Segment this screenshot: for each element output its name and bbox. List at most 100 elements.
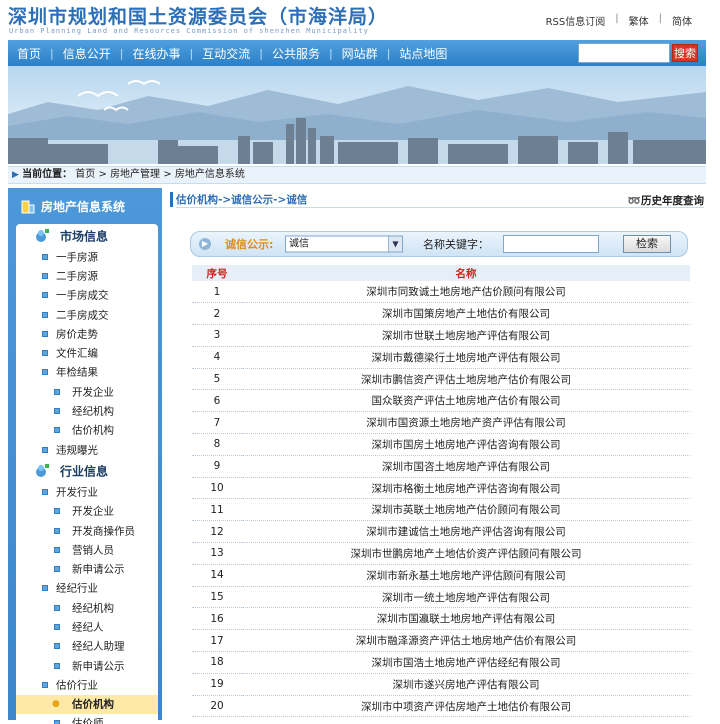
row-index: 8 xyxy=(192,433,242,456)
table-row[interactable]: 2 深圳市国策房地产土地估价有限公司 xyxy=(192,302,690,326)
row-company-name[interactable]: 深圳市一统土地房地产评估有限公司 xyxy=(242,586,690,609)
sidebar-item-11[interactable]: 违规曝光 xyxy=(16,440,158,459)
sidebar-item-3[interactable]: 一手房成交 xyxy=(16,286,158,305)
sidebar-item-19[interactable]: 经纪机构 xyxy=(16,598,158,617)
row-index: 15 xyxy=(192,586,242,609)
row-company-name[interactable]: 深圳市遂兴房地产评估有限公司 xyxy=(242,673,690,696)
breadcrumb-separator: > xyxy=(98,169,107,180)
row-company-name[interactable]: 深圳市格衡土地房地产评估咨询有限公司 xyxy=(242,477,690,500)
row-company-name[interactable]: 深圳市戴德梁行土地房地产评估有限公司 xyxy=(242,346,690,369)
row-company-name[interactable]: 深圳市融泽源资产评估土地房地产估价有限公司 xyxy=(242,629,690,653)
row-company-name[interactable]: 深圳市新永基土地房地产评估顾问有限公司 xyxy=(242,564,690,587)
row-company-name[interactable]: 深圳市英联土地房地产估价顾问有限公司 xyxy=(242,498,690,522)
sidebar-item-14[interactable]: 开发企业 xyxy=(16,502,158,521)
sidebar-item-23[interactable]: 估价行业 xyxy=(16,675,158,694)
sidebar-group-12[interactable]: 行业信息 xyxy=(16,459,158,482)
site-search-button[interactable]: 搜索 xyxy=(672,44,698,62)
row-company-name[interactable]: 深圳市国资源土地房地产资产评估有限公司 xyxy=(242,411,690,435)
history-icon: ➿ xyxy=(627,195,641,207)
square-bullet-icon xyxy=(54,546,60,553)
arrow-icon: ▶ xyxy=(12,170,19,180)
sidebar-item-18[interactable]: 经纪行业 xyxy=(16,579,158,598)
table-row[interactable]: 15 深圳市一统土地房地产评估有限公司 xyxy=(192,586,690,609)
table-row[interactable]: 5 深圳市鹏信资产评估土地房地产估价有限公司 xyxy=(192,368,690,391)
row-company-name[interactable]: 深圳市建诚信土地房地产评估咨询有限公司 xyxy=(242,520,690,544)
table-row[interactable]: 13 深圳市世鹏房地产土地估价资产评估顾问有限公司 xyxy=(192,542,690,565)
sidebar-item-20[interactable]: 经纪人 xyxy=(16,617,158,636)
keyword-input[interactable] xyxy=(503,235,599,253)
row-index: 10 xyxy=(192,477,242,500)
sidebar-item-21[interactable]: 经纪人助理 xyxy=(16,637,158,656)
nav-info-disclosure[interactable]: 信息公开 xyxy=(54,45,120,62)
row-company-name[interactable]: 深圳市世鹏房地产土地估价资产评估顾问有限公司 xyxy=(242,542,690,565)
row-company-name[interactable]: 国众联资产评估土地房地产估价有限公司 xyxy=(242,389,690,413)
search-button[interactable]: 检索 xyxy=(623,235,671,253)
sidebar-group-0[interactable]: 市场信息 xyxy=(16,224,158,247)
row-company-name[interactable]: 深圳市中项资产评估房地产土地估价有限公司 xyxy=(242,695,690,718)
breadcrumb-real-estate[interactable]: 房地产管理 xyxy=(110,169,160,180)
row-company-name[interactable]: 深圳市国浩土地房地产评估经纪有限公司 xyxy=(242,651,690,674)
sidebar-item-label: 估价机构 xyxy=(72,424,114,437)
rss-link[interactable]: RSS信息订阅 xyxy=(536,13,616,28)
integrity-select[interactable]: 诚信 ▼ xyxy=(285,235,403,253)
breadcrumb-separator: > xyxy=(163,169,172,180)
sidebar-item-4[interactable]: 二手房成交 xyxy=(16,305,158,324)
simplified-chinese-link[interactable]: 简体 xyxy=(662,13,702,28)
nav-site-group[interactable]: 网站群 xyxy=(333,45,387,62)
sidebar-item-25[interactable]: 估价师 xyxy=(16,714,158,724)
sidebar-item-6[interactable]: 文件汇编 xyxy=(16,343,158,362)
sidebar-item-label: 经纪行业 xyxy=(56,582,98,595)
table-row[interactable]: 18 深圳市国浩土地房地产评估经纪有限公司 xyxy=(192,651,690,674)
table-row[interactable]: 19 深圳市遂兴房地产评估有限公司 xyxy=(192,673,690,696)
sidebar-item-15[interactable]: 开发商操作员 xyxy=(16,521,158,540)
row-company-name[interactable]: 深圳市国策房地产土地估价有限公司 xyxy=(242,302,690,326)
row-company-name[interactable]: 深圳市世联土地房地产评估有限公司 xyxy=(242,324,690,347)
table-row[interactable]: 20 深圳市中项资产评估房地产土地估价有限公司 xyxy=(192,695,690,718)
row-company-name[interactable]: 深圳市国瀛联土地房地产评估有限公司 xyxy=(242,607,690,631)
sidebar-item-9[interactable]: 经纪机构 xyxy=(16,401,158,420)
sidebar-item-13[interactable]: 开发行业 xyxy=(16,482,158,501)
sidebar-item-24[interactable]: ● 估价机构 xyxy=(16,694,158,714)
table-row[interactable]: 14 深圳市新永基土地房地产评估顾问有限公司 xyxy=(192,564,690,587)
traditional-chinese-link[interactable]: 繁体 xyxy=(619,13,659,28)
nav-home[interactable]: 首页 xyxy=(8,45,50,62)
nav-sitemap[interactable]: 站点地图 xyxy=(390,45,456,62)
sidebar-item-10[interactable]: 估价机构 xyxy=(16,421,158,440)
table-row[interactable]: 8 深圳市国房土地房地产评估咨询有限公司 xyxy=(192,433,690,456)
table-row[interactable]: 6 国众联资产评估土地房地产估价有限公司 xyxy=(192,389,690,413)
nav-interaction[interactable]: 互动交流 xyxy=(193,45,259,62)
table-row[interactable]: 16 深圳市国瀛联土地房地产评估有限公司 xyxy=(192,607,690,631)
table-row[interactable]: 17 深圳市融泽源资产评估土地房地产估价有限公司 xyxy=(192,629,690,653)
sidebar-item-17[interactable]: 新申请公示 xyxy=(16,559,158,578)
site-subtitle: Urban Planning Land and Resources Commis… xyxy=(9,27,369,35)
table-row[interactable]: 12 深圳市建诚信土地房地产评估咨询有限公司 xyxy=(192,520,690,544)
table-row[interactable]: 4 深圳市戴德梁行土地房地产评估有限公司 xyxy=(192,346,690,369)
header-index: 序号 xyxy=(192,265,242,281)
table-row[interactable]: 3 深圳市世联土地房地产评估有限公司 xyxy=(192,324,690,347)
sidebar-item-1[interactable]: 一手房源 xyxy=(16,247,158,266)
square-bullet-icon xyxy=(54,527,60,534)
sidebar-item-22[interactable]: 新申请公示 xyxy=(16,656,158,675)
history-query-link[interactable]: ➿历史年度查询 xyxy=(628,193,704,208)
square-bullet-icon xyxy=(42,311,48,318)
table-row[interactable]: 10 深圳市格衡土地房地产评估咨询有限公司 xyxy=(192,477,690,500)
table-row[interactable]: 9 深圳市国咨土地房地产评估有限公司 xyxy=(192,455,690,478)
breadcrumb-label: 当前位置： xyxy=(22,169,73,180)
row-company-name[interactable]: 深圳市同致诚土地房地产估价顾问有限公司 xyxy=(242,281,690,304)
sidebar-item-5[interactable]: 房价走势 xyxy=(16,324,158,343)
breadcrumb-home[interactable]: 首页 xyxy=(75,169,95,180)
table-row[interactable]: 11 深圳市英联土地房地产估价顾问有限公司 xyxy=(192,498,690,522)
nav-online-services[interactable]: 在线办事 xyxy=(123,45,189,62)
nav-public-services[interactable]: 公共服务 xyxy=(263,45,329,62)
table-row[interactable]: 7 深圳市国资源土地房地产资产评估有限公司 xyxy=(192,411,690,435)
sidebar-item-16[interactable]: 营销人员 xyxy=(16,540,158,559)
row-company-name[interactable]: 深圳市鹏信资产评估土地房地产估价有限公司 xyxy=(242,368,690,391)
row-company-name[interactable]: 深圳市国咨土地房地产评估有限公司 xyxy=(242,455,690,478)
breadcrumb-current[interactable]: 房地产信息系统 xyxy=(175,169,245,180)
table-row[interactable]: 1 深圳市同致诚土地房地产估价顾问有限公司 xyxy=(192,281,690,304)
site-search-input[interactable] xyxy=(578,43,670,63)
sidebar-item-8[interactable]: 开发企业 xyxy=(16,382,158,401)
sidebar-item-7[interactable]: 年检结果 xyxy=(16,363,158,382)
row-company-name[interactable]: 深圳市国房土地房地产评估咨询有限公司 xyxy=(242,433,690,456)
sidebar-item-2[interactable]: 二手房源 xyxy=(16,266,158,285)
